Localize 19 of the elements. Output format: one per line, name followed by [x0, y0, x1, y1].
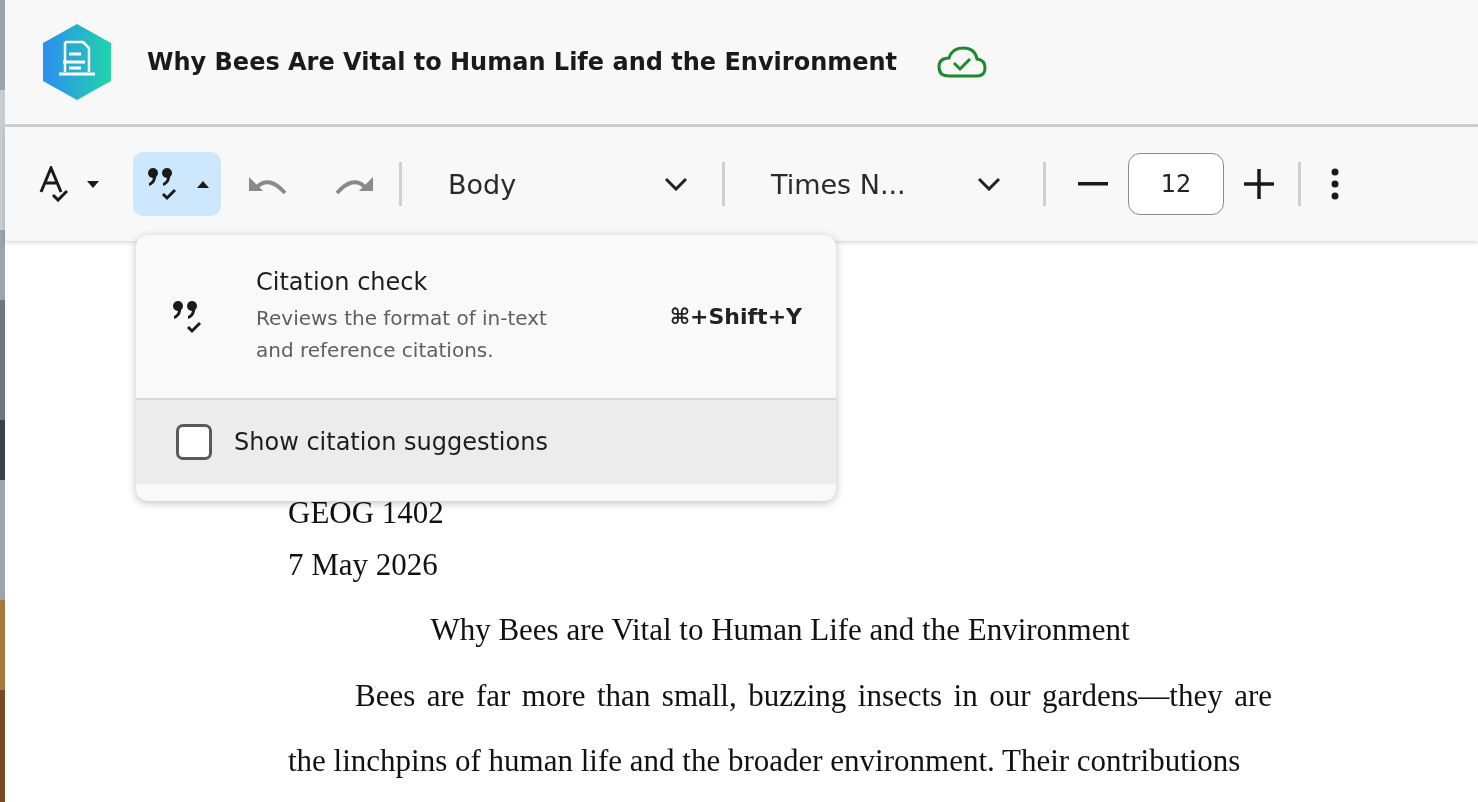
caret-icon — [87, 180, 99, 188]
app-logo-icon — [41, 22, 113, 102]
font-dropdown[interactable]: Times N... — [745, 159, 1015, 209]
document-text: GEOG 1402 — [288, 495, 444, 530]
essay-title: Why Bees are Vital to Human Life and the Environment — [430, 612, 1130, 647]
chevron-icon — [664, 177, 688, 191]
chevron-icon — [977, 177, 1001, 191]
more-icon — [1331, 168, 1339, 200]
paragraph-style-dropdown[interactable]: Body — [422, 159, 702, 209]
document-text: 7 May 2026 — [288, 547, 438, 582]
plus-icon — [1244, 169, 1274, 199]
checkbox[interactable] — [176, 424, 212, 460]
font-size-field[interactable]: 12 — [1128, 153, 1224, 215]
citation-button[interactable] — [133, 152, 221, 216]
body-paragraph: Bees are far more than small, buzzing insects in our gardens—they are the linchpins of human life and the broader environment. Their contributions — [288, 677, 1272, 780]
document-title: Why Bees Are Vital to Human Life and the Environment — [147, 48, 898, 76]
caret-icon — [197, 180, 209, 188]
citation-suggestions-option[interactable]: Show citation suggestions — [136, 400, 836, 484]
minus-icon — [1078, 182, 1108, 186]
